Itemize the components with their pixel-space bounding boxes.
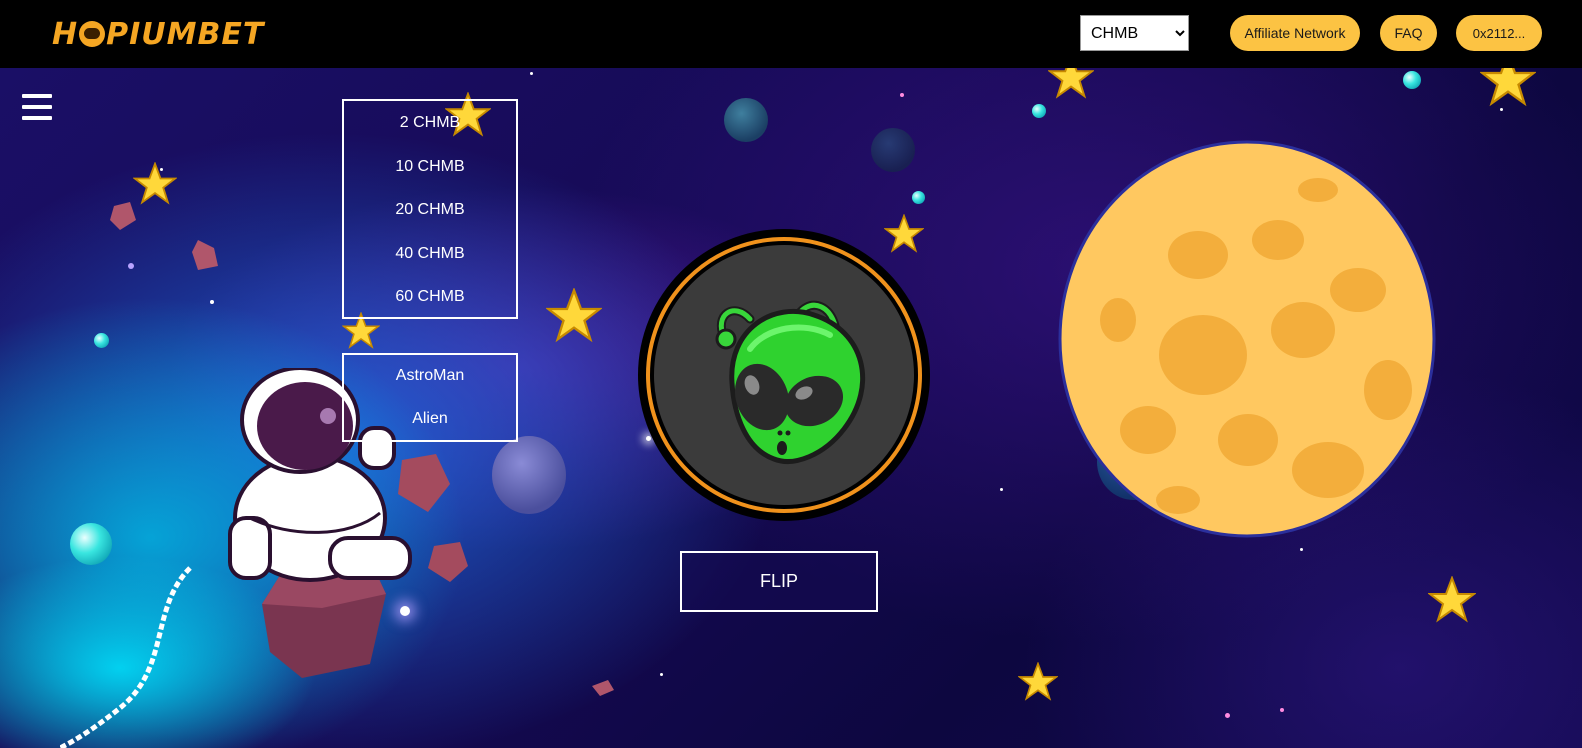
- star-dot: [128, 263, 134, 269]
- star-dot: [900, 93, 904, 97]
- logo-text-rest: PIUMBET: [106, 16, 265, 52]
- currency-select[interactable]: CHMB: [1080, 15, 1189, 51]
- star-icon: [1048, 68, 1094, 99]
- wallet-address-button[interactable]: 0x2112...: [1456, 15, 1542, 51]
- star-dot: [660, 673, 663, 676]
- cyan-orb: [1403, 71, 1421, 89]
- star-dot: [1225, 713, 1230, 718]
- star-icon: [1480, 68, 1536, 107]
- bet-amount-option[interactable]: 10 CHMB: [344, 158, 516, 176]
- star-dot: [530, 72, 533, 75]
- astronaut-helmet-icon: [79, 21, 106, 47]
- coin-side-option-alien[interactable]: Alien: [344, 410, 516, 428]
- star-icon: [1018, 662, 1058, 701]
- rock-icon: [192, 240, 218, 270]
- bet-amount-list: 2 CHMB 10 CHMB 20 CHMB 40 CHMB 60 CHMB: [342, 99, 518, 319]
- star-icon: [546, 288, 602, 343]
- moon-icon: [1058, 140, 1436, 538]
- bet-amount-option[interactable]: 20 CHMB: [344, 201, 516, 219]
- menu-line: [22, 116, 52, 120]
- flip-button[interactable]: FLIP: [680, 551, 878, 612]
- hamburger-menu-icon[interactable]: [22, 94, 52, 120]
- faq-button[interactable]: FAQ: [1380, 15, 1437, 51]
- rock-icon: [592, 680, 614, 696]
- affiliate-network-button[interactable]: Affiliate Network: [1230, 15, 1360, 51]
- top-bar: H PIUMBET CHMB Affiliate Network FAQ 0x2…: [0, 0, 1582, 68]
- cyan-orb: [94, 333, 109, 348]
- bet-amount-option[interactable]: 40 CHMB: [344, 245, 516, 263]
- coin-side-list: AstroMan Alien: [342, 353, 518, 442]
- coin-face: [654, 245, 914, 505]
- small-planet: [871, 128, 915, 172]
- bet-amount-option[interactable]: 60 CHMB: [344, 288, 516, 306]
- star-dot: [1300, 548, 1303, 551]
- small-planet: [492, 436, 566, 514]
- small-planet: [724, 98, 768, 142]
- menu-line: [22, 94, 52, 98]
- alien-icon: [715, 300, 866, 464]
- cyan-orb: [912, 191, 925, 204]
- star-dot: [646, 436, 651, 441]
- coin-side-option-astroman[interactable]: AstroMan: [344, 367, 516, 385]
- star-dot: [1500, 108, 1503, 111]
- star-dot: [1000, 488, 1003, 491]
- cyan-orb: [1032, 104, 1046, 118]
- coin: [638, 229, 930, 521]
- star-dot: [210, 300, 214, 304]
- logo-letter-h: H: [52, 16, 79, 52]
- star-dot: [1280, 708, 1284, 712]
- hopiumbet-logo[interactable]: H PIUMBET: [52, 16, 264, 52]
- star-icon: [133, 162, 177, 205]
- bet-amount-option[interactable]: 2 CHMB: [344, 114, 516, 132]
- menu-line: [22, 105, 52, 109]
- rock-icon: [110, 202, 136, 230]
- star-icon: [1428, 576, 1476, 623]
